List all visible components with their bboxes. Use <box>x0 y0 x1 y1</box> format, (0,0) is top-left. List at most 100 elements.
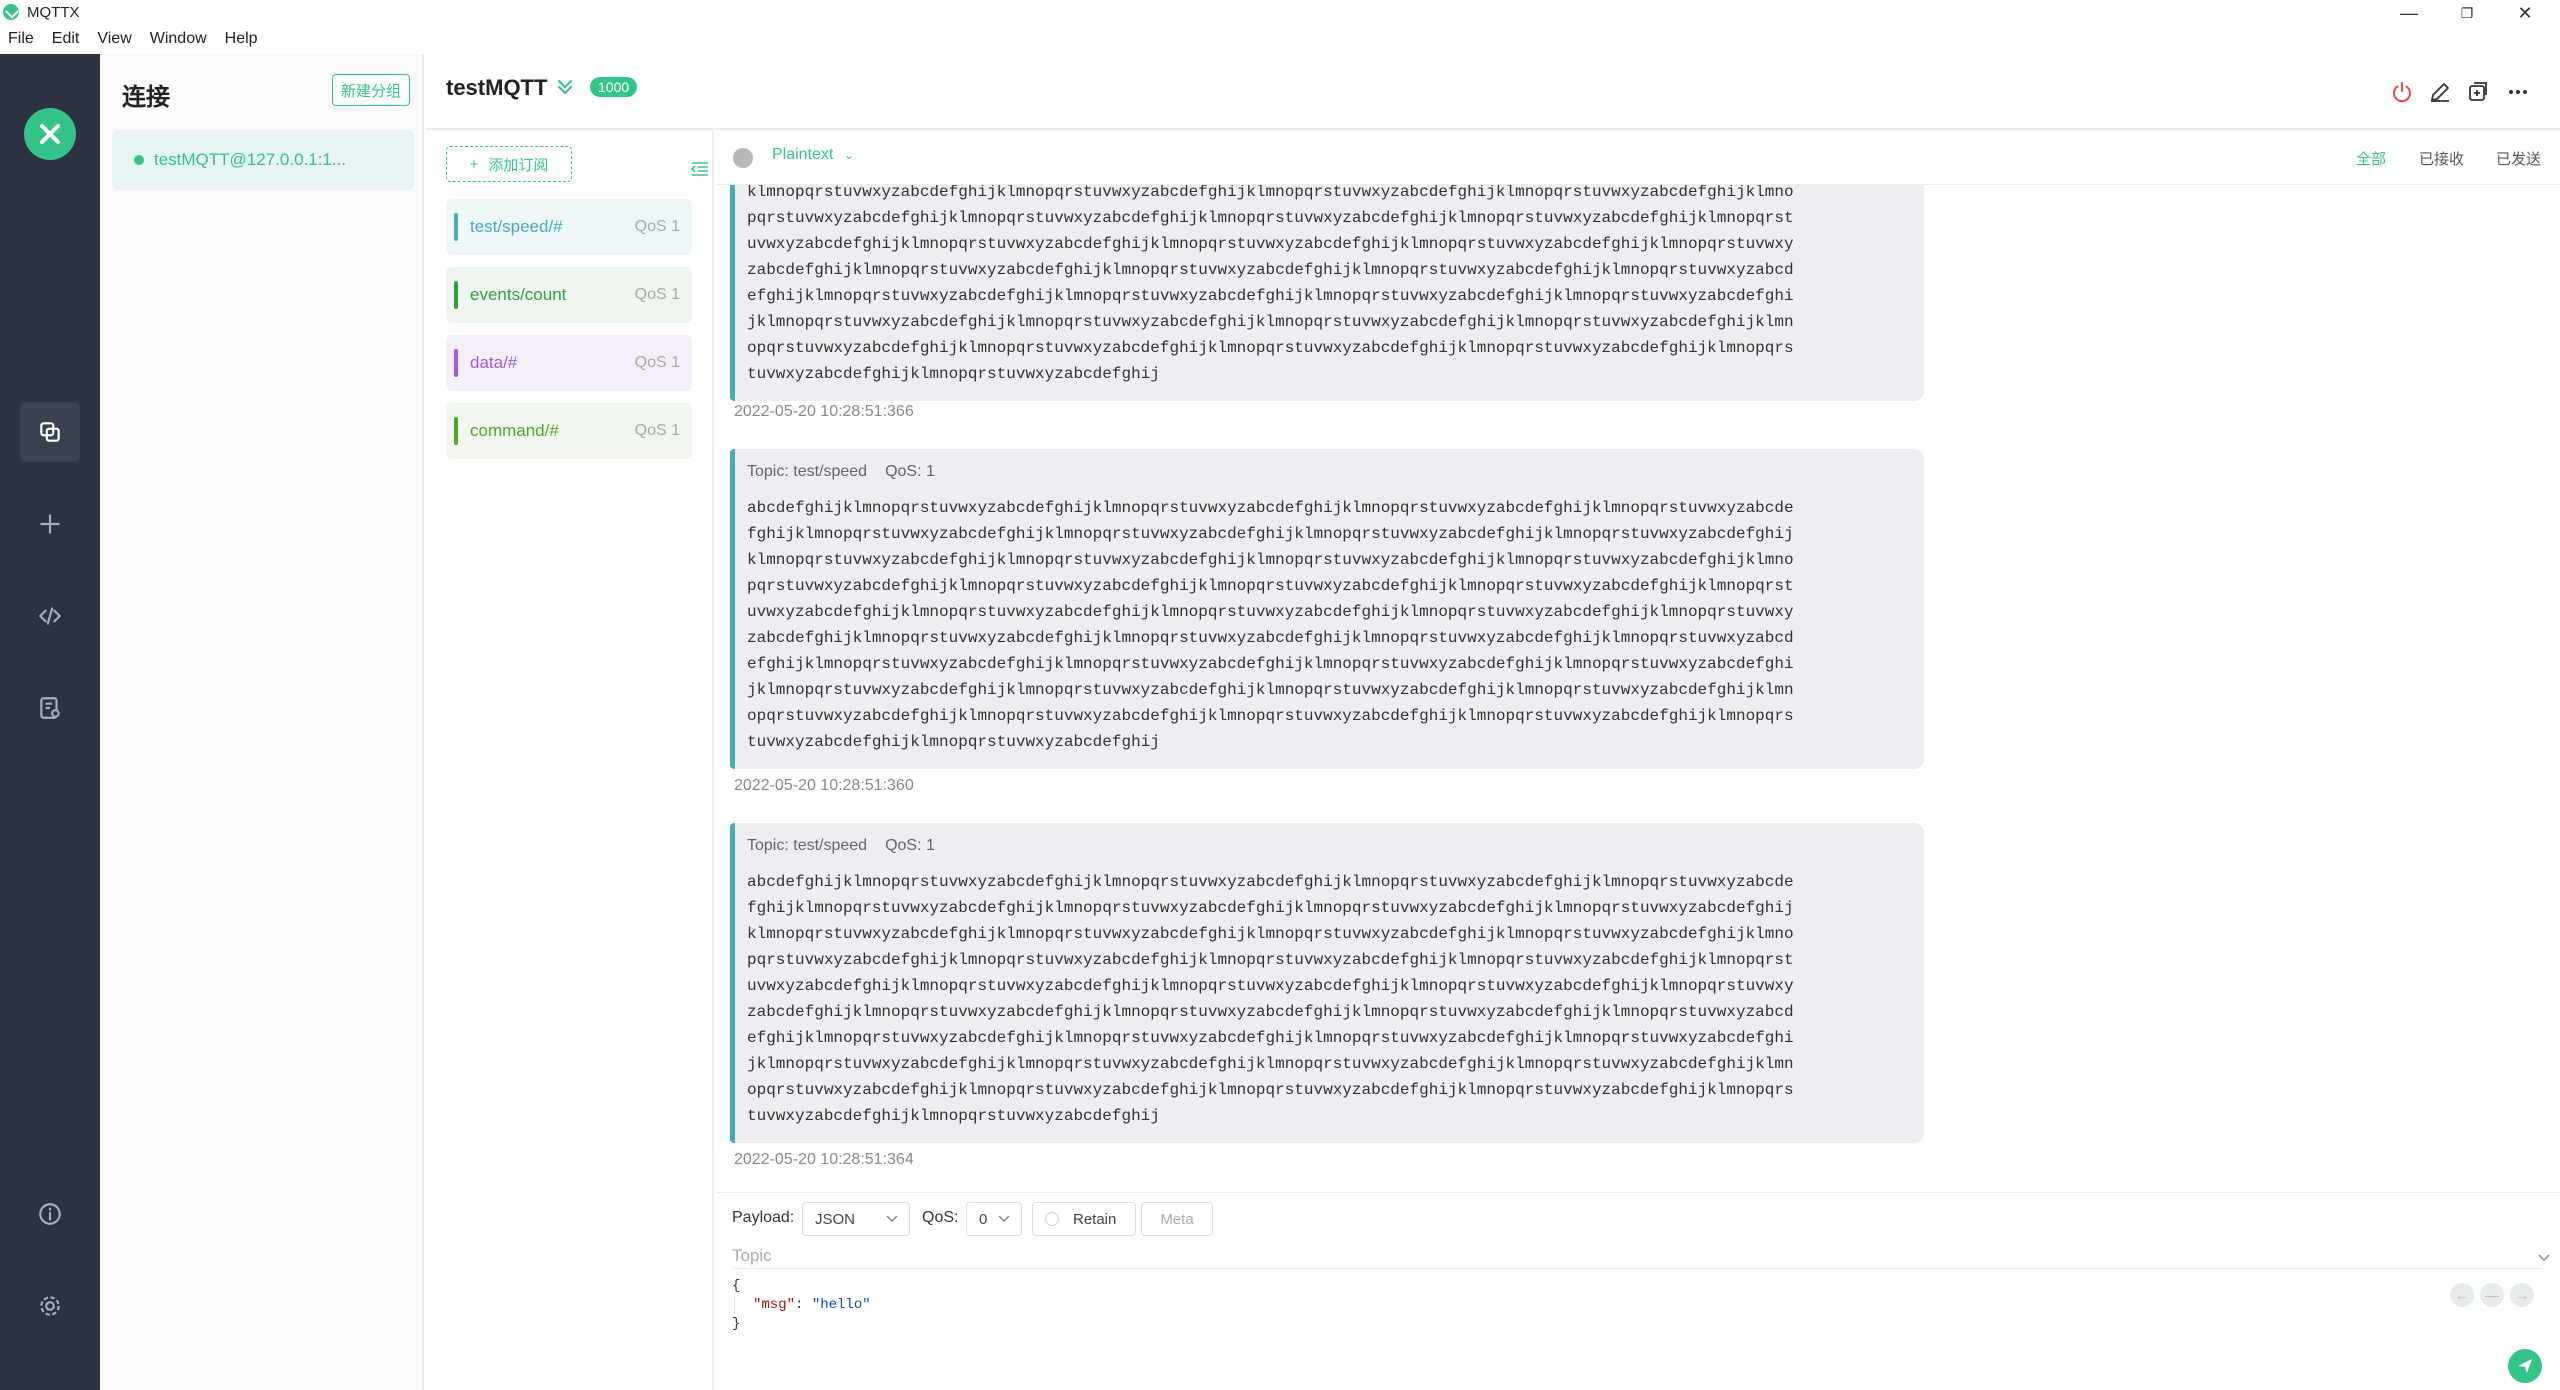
send-button[interactable] <box>2508 1349 2542 1383</box>
payload-line: tuvwxyzabcdefghijklmnopqrstuvwxyzabcdefg… <box>747 733 1160 751</box>
more-options-button[interactable] <box>2504 78 2532 106</box>
message-timestamp: 2022-05-20 10:28:51:366 <box>734 403 914 420</box>
message-count-badge: 1000 <box>590 77 638 97</box>
connection-status-dot <box>134 155 144 165</box>
message-timestamp: 2022-05-20 10:28:51:364 <box>734 1151 914 1168</box>
settings-nav-button[interactable] <box>20 1276 80 1336</box>
collapse-list-icon[interactable] <box>690 159 710 179</box>
arrow-right-icon: → <box>2515 1287 2529 1303</box>
payload-line: jklmnopqrstuvwxyzabcdefghijklmnopqrstuvw… <box>747 313 1794 331</box>
meta-button[interactable]: Meta <box>1141 1202 1213 1236</box>
subscriptions-panel: + 添加订阅 test/speed/# QoS 1 events/count QoS … <box>426 131 714 1390</box>
payload-type-value: JSON <box>815 1210 856 1228</box>
message-card[interactable]: Topic: test/speed QoS: 1 abcdefghijklmnopq… <box>730 823 1924 1143</box>
payload-format-select[interactable]: Plaintext ⌄ <box>772 146 854 164</box>
payload-type-select[interactable]: JSON <box>802 1202 910 1236</box>
plus-icon: + <box>469 155 479 173</box>
qos-select[interactable]: 0 <box>966 1202 1022 1236</box>
payload-line: zabcdefghijklmnopqrstuvwxyzabcdefghijklm… <box>747 1003 1794 1021</box>
message-payload: klmnopqrstuvwxyzabcdefghijklmnopqrstuvwx… <box>747 185 1910 387</box>
minimize-button[interactable]: — <box>2380 0 2438 26</box>
payload-line: abcdefghijklmnopqrstuvwxyzabcdefghijklmn… <box>747 873 1794 891</box>
history-next-button[interactable]: → <box>2510 1283 2534 1307</box>
more-icon <box>2509 90 2527 94</box>
log-nav-button[interactable] <box>20 678 80 738</box>
mqttx-logo-icon <box>24 108 76 160</box>
payload-line: opqrstuvwxyzabcdefghijklmnopqrstuvwxyzab… <box>747 707 1794 725</box>
new-connection-nav-button[interactable] <box>20 494 80 554</box>
subscription-topic: command/# <box>470 421 559 440</box>
payload-line: pqrstuvwxyzabcdefghijklmnopqrstuvwxyzabc… <box>747 209 1794 227</box>
menu-edit[interactable]: Edit <box>43 28 89 52</box>
message-card[interactable]: klmnopqrstuvwxyzabcdefghijklmnopqrstuvwx… <box>730 185 1924 401</box>
chevron-down-icon <box>998 1215 1010 1223</box>
subscription-topic: data/# <box>470 353 518 372</box>
subscription-color-bar <box>454 281 458 309</box>
payload-line: klmnopqrstuvwxyzabcdefghijklmnopqrstuvwx… <box>747 185 1794 201</box>
message-qos: QoS: 1 <box>885 837 935 854</box>
subscription-color-bar <box>454 349 458 377</box>
menu-bar: File Edit View Window Help <box>0 28 2560 52</box>
retain-label: Retain <box>1073 1210 1117 1228</box>
payload-line: abcdefghijklmnopqrstuvwxyzabcdefghijklmn… <box>747 499 1794 517</box>
filter-all-tab[interactable]: 全部 <box>2356 148 2386 169</box>
connection-name: testMQTT@127.0.0.1:1... <box>154 150 347 169</box>
payload-line: opqrstuvwxyzabcdefghijklmnopqrstuvwxyzab… <box>747 339 1794 357</box>
about-nav-button[interactable] <box>20 1184 80 1244</box>
menu-window[interactable]: Window <box>141 28 216 52</box>
new-window-button[interactable] <box>2464 78 2492 106</box>
edit-connection-button[interactable] <box>2426 78 2454 106</box>
disconnect-button[interactable] <box>2388 78 2416 106</box>
menu-help[interactable]: Help <box>216 28 267 52</box>
payload-line: zabcdefghijklmnopqrstuvwxyzabcdefghijklm… <box>747 629 1794 647</box>
send-icon <box>2518 1359 2532 1373</box>
history-prev-button[interactable]: ← <box>2450 1283 2474 1307</box>
title-bar: MQTTX — ❐ ✕ <box>0 0 2560 26</box>
subscription-item[interactable]: command/# QoS 1 <box>446 403 692 459</box>
connections-panel: 连接 新建分组 testMQTT@127.0.0.1:1... <box>100 54 424 1390</box>
retain-toggle[interactable]: Retain <box>1032 1202 1136 1236</box>
payload-label: Payload: <box>732 1209 795 1226</box>
close-window-button[interactable]: ✕ <box>2496 0 2554 26</box>
connections-nav-button[interactable] <box>20 402 80 462</box>
double-chevron-down-icon[interactable] <box>554 76 576 98</box>
power-icon <box>2393 82 2411 103</box>
payload-editor[interactable]: { "msg": "hello" } <box>732 1277 2472 1377</box>
restore-button[interactable]: ❐ <box>2438 0 2496 26</box>
message-topic: Topic: test/speed <box>747 837 868 854</box>
new-group-button[interactable]: 新建分组 <box>332 74 410 106</box>
menu-file[interactable]: File <box>0 28 43 52</box>
connection-item[interactable]: testMQTT@127.0.0.1:1... <box>112 130 414 190</box>
script-nav-button[interactable] <box>20 586 80 646</box>
payload-line: efghijklmnopqrstuvwxyzabcdefghijklmnopqr… <box>747 287 1794 305</box>
add-subscription-button[interactable]: + 添加订阅 <box>446 146 572 182</box>
subscription-color-bar <box>454 213 458 241</box>
retain-radio[interactable] <box>1045 1212 1059 1226</box>
payload-line: tuvwxyzabcdefghijklmnopqrstuvwxyzabcdefg… <box>747 1107 1160 1125</box>
subscription-item[interactable]: test/speed/# QoS 1 <box>446 199 692 255</box>
subscription-item[interactable]: events/count QoS 1 <box>446 267 692 323</box>
message-card[interactable]: Topic: test/speed QoS: 1 abcdefghijklmnopq… <box>730 449 1924 769</box>
filter-sent-tab[interactable]: 已发送 <box>2496 148 2541 169</box>
payload-line: uvwxyzabcdefghijklmnopqrstuvwxyzabcdefgh… <box>747 603 1794 621</box>
payload-line: fghijklmnopqrstuvwxyzabcdefghijklmnopqrs… <box>747 899 1794 917</box>
message-list[interactable]: klmnopqrstuvwxyzabcdefghijklmnopqrstuvwx… <box>716 185 2560 1192</box>
history-clear-button[interactable]: — <box>2480 1283 2504 1307</box>
info-icon <box>39 1203 61 1225</box>
subscription-color-bar <box>454 417 458 445</box>
payload-line: tuvwxyzabcdefghijklmnopqrstuvwxyzabcdefg… <box>747 365 1160 383</box>
menu-view[interactable]: View <box>88 28 140 52</box>
connections-title: 连接 <box>122 84 170 111</box>
qos-value: 0 <box>979 1210 988 1228</box>
payload-line: jklmnopqrstuvwxyzabcdefghijklmnopqrstuvw… <box>747 1055 1794 1073</box>
publish-panel: Payload: JSON QoS: 0 Retain Meta { "msg"… <box>716 1192 2560 1390</box>
chevron-down-icon[interactable] <box>2536 1249 2552 1265</box>
window-title: MQTTX <box>27 4 80 21</box>
arrow-left-icon: ← <box>2455 1287 2469 1303</box>
payload-line: uvwxyzabcdefghijklmnopqrstuvwxyzabcdefgh… <box>747 977 1794 995</box>
topic-input[interactable] <box>732 1243 2542 1269</box>
payload-line: pqrstuvwxyzabcdefghijklmnopqrstuvwxyzabc… <box>747 577 1794 595</box>
filter-received-tab[interactable]: 已接收 <box>2419 148 2464 169</box>
chevron-down-icon <box>886 1215 898 1223</box>
subscription-item[interactable]: data/# QoS 1 <box>446 335 692 391</box>
